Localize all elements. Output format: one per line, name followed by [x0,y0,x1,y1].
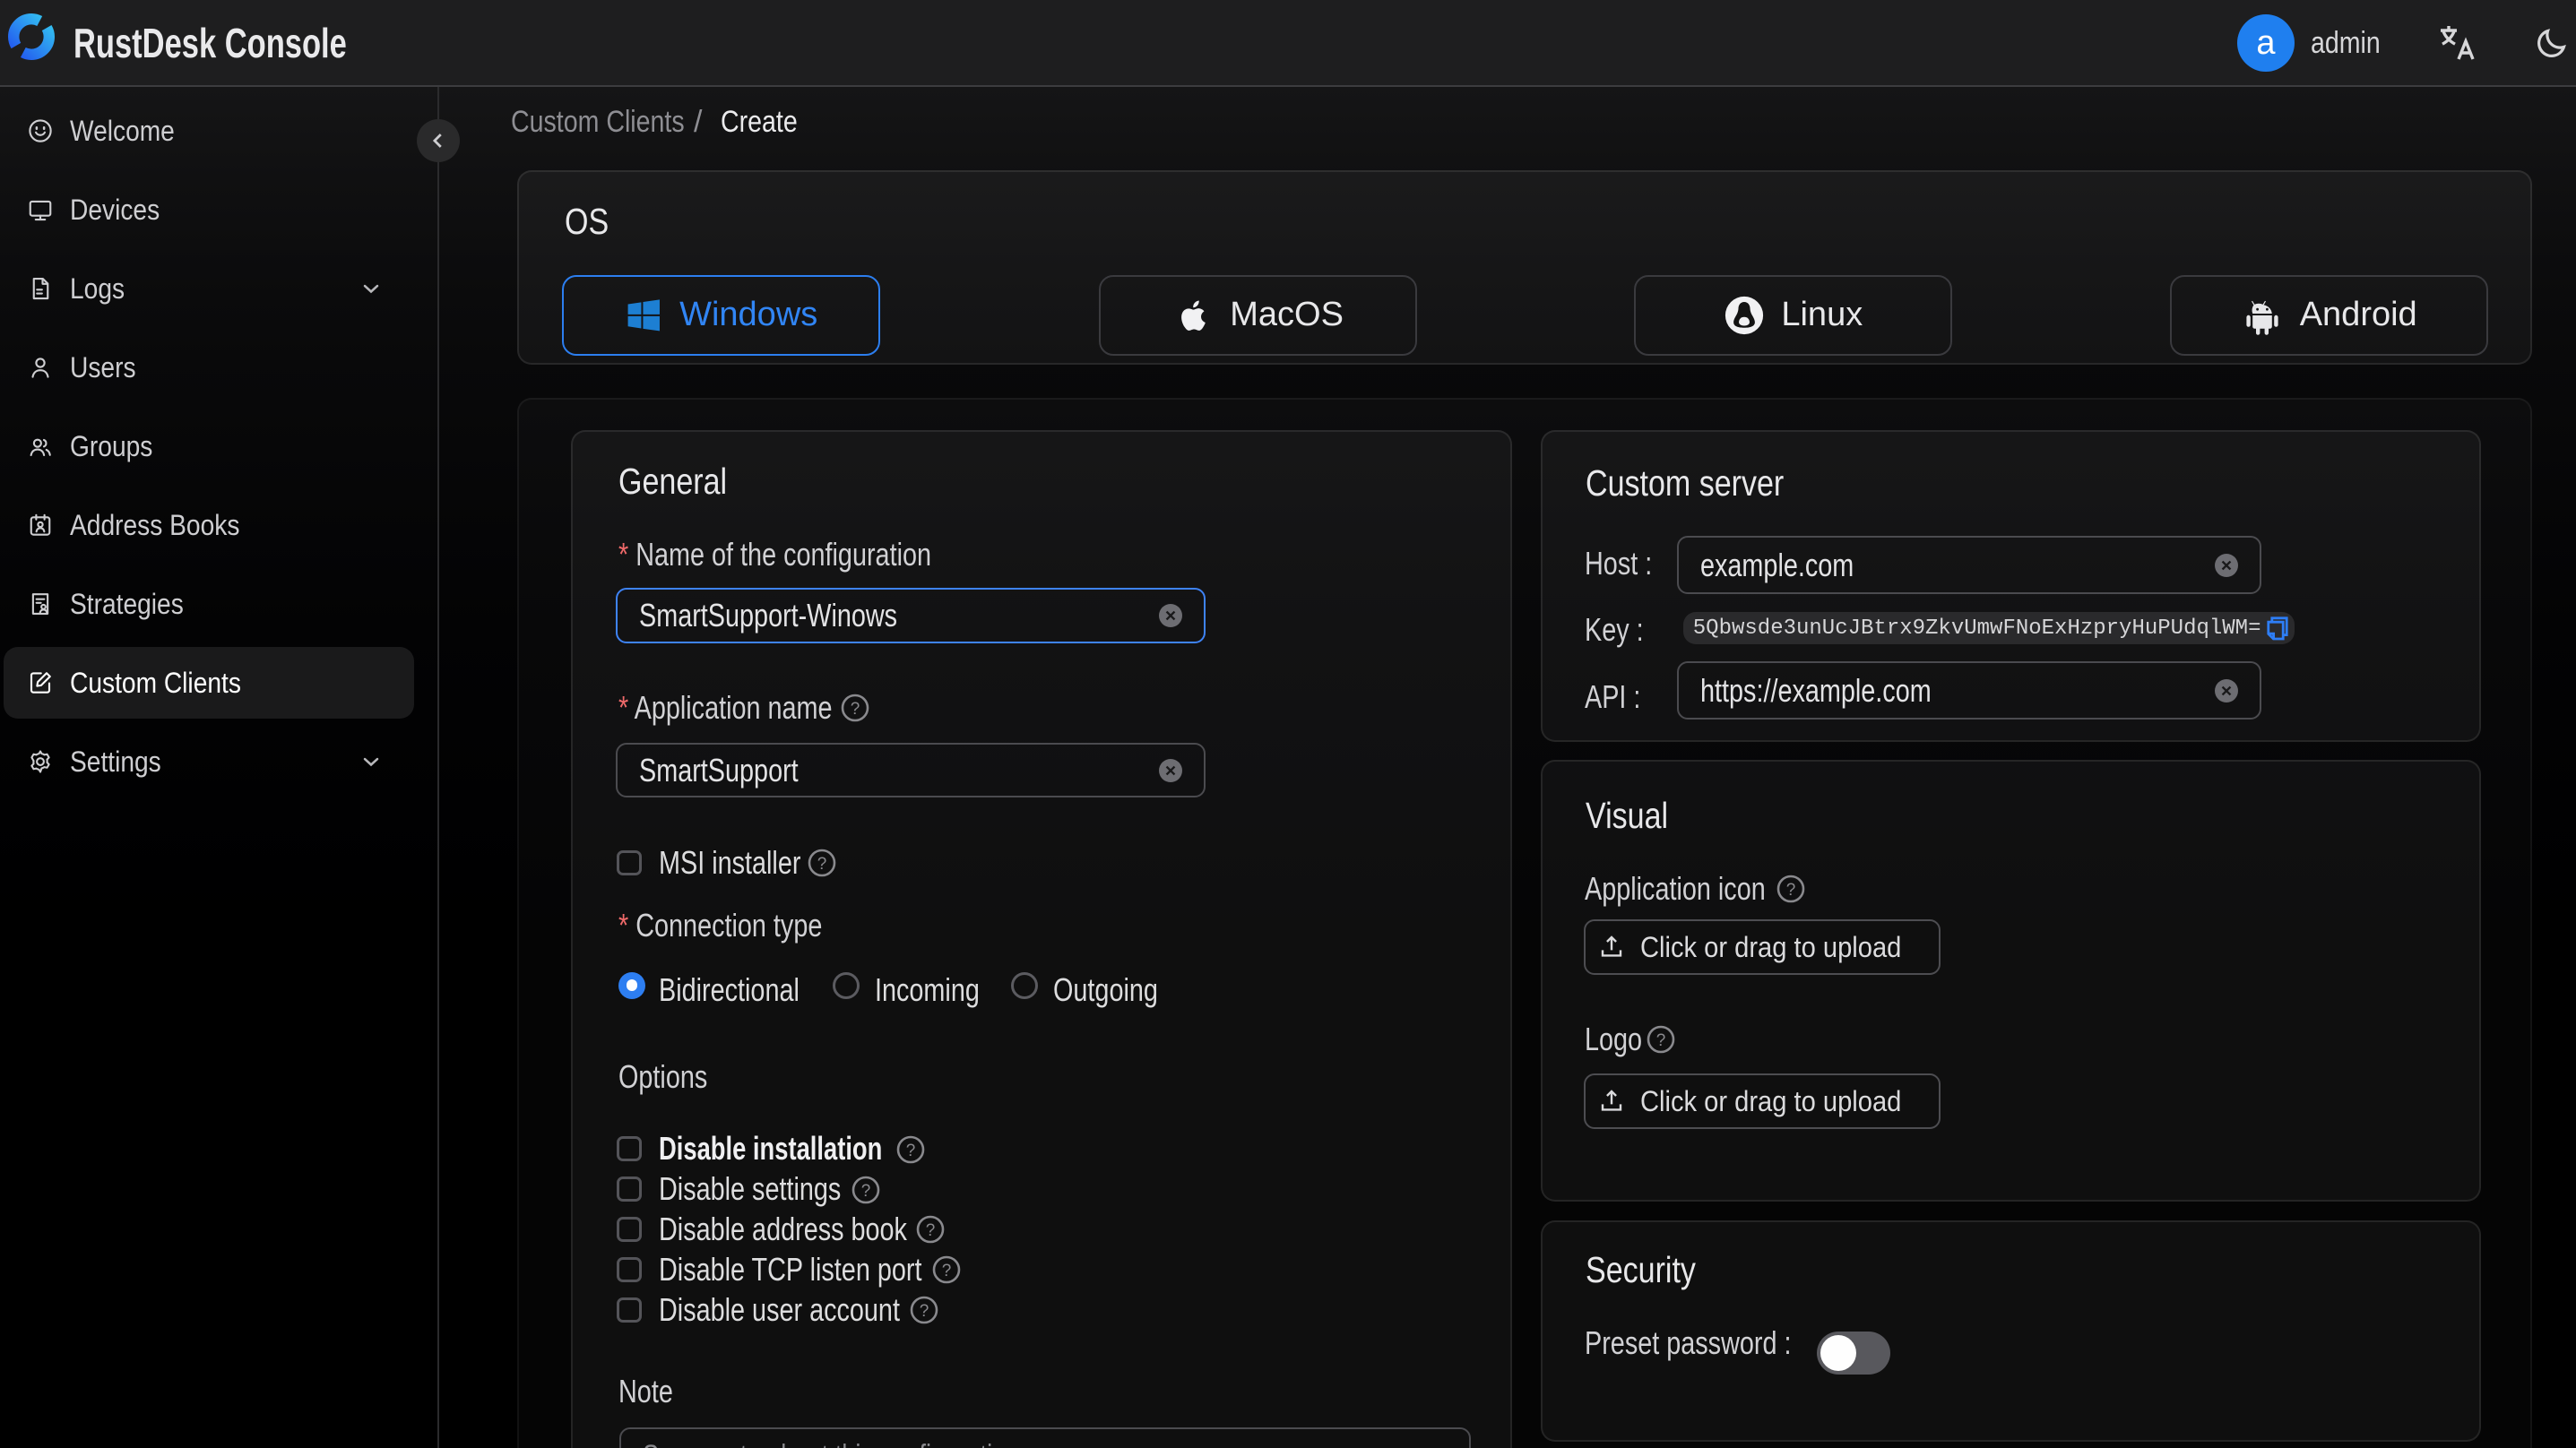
svg-text:?: ? [851,700,860,719]
svg-text:?: ? [926,1221,936,1240]
svg-text:?: ? [942,1262,952,1280]
svg-text:?: ? [817,855,827,874]
svg-text:?: ? [861,1181,871,1200]
svg-text:?: ? [920,1302,929,1321]
svg-text:?: ? [1655,1031,1665,1050]
svg-text:?: ? [905,1142,915,1160]
svg-text:?: ? [1786,880,1796,899]
